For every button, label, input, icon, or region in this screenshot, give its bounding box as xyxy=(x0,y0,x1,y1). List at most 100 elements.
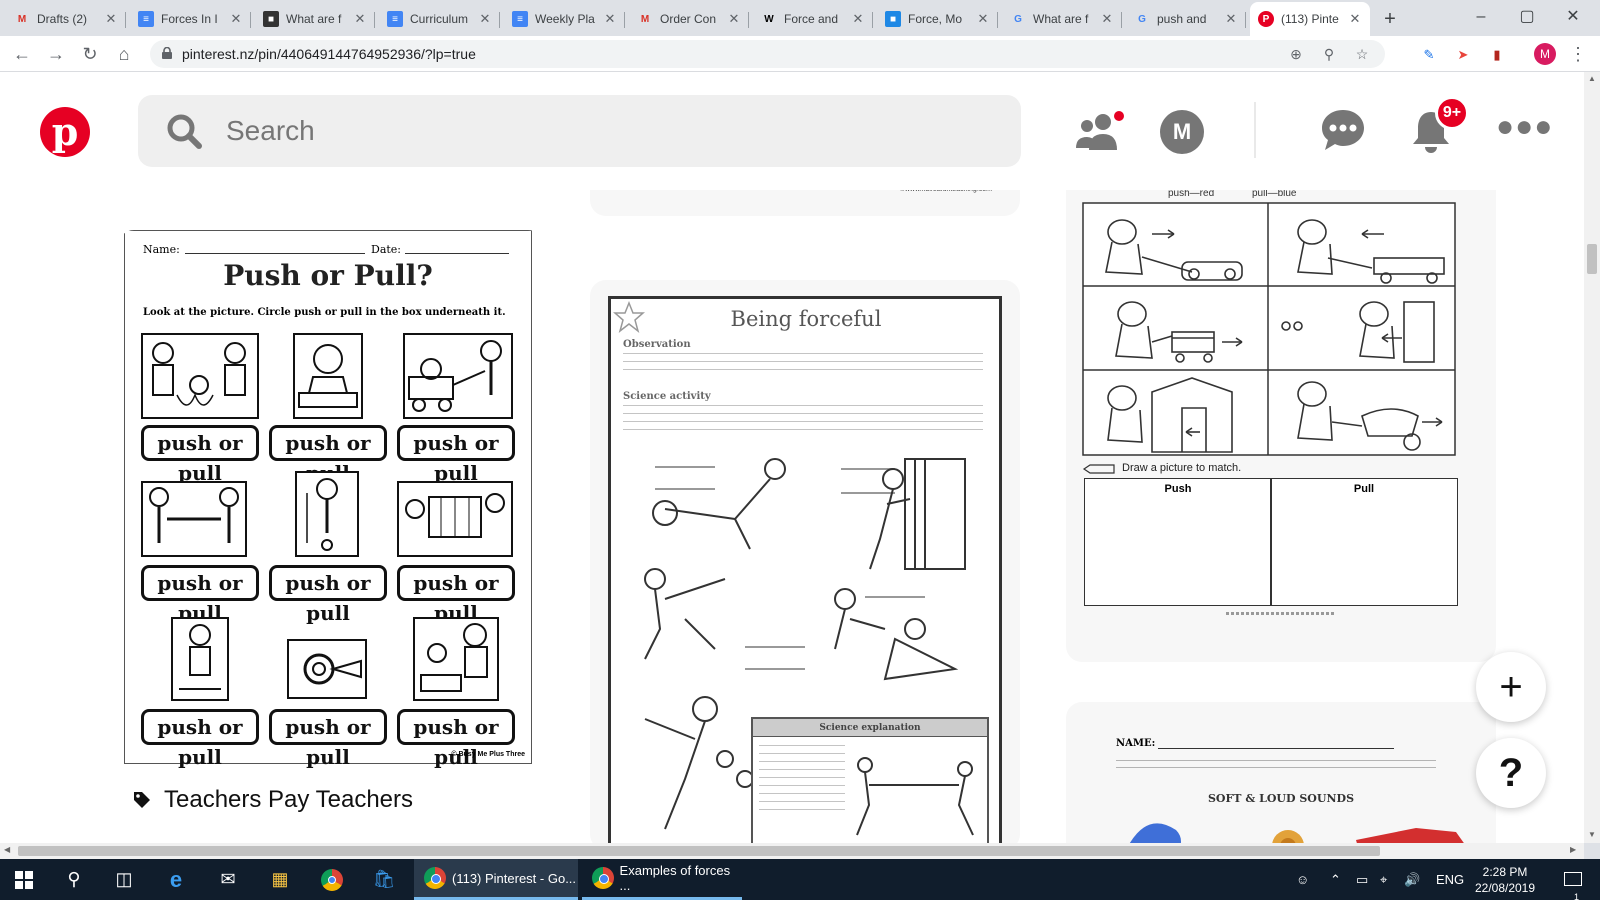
draw-table-push: Push xyxy=(1164,483,1192,495)
close-tab-icon[interactable]: ✕ xyxy=(727,11,741,27)
tab-5[interactable]: ≡ Weekly Pla ✕ xyxy=(504,4,625,34)
profile-avatar[interactable]: M xyxy=(1534,43,1556,65)
extension-cast-icon[interactable]: ➤ xyxy=(1454,46,1472,64)
home-icon[interactable]: ⌂ xyxy=(110,40,138,68)
pin-source-link[interactable]: Teachers Pay Teachers xyxy=(132,786,413,814)
pin-card-soft-loud[interactable]: NAME: SOFT & LOUD SOUNDS xyxy=(1066,702,1496,843)
picture-kids-ball xyxy=(141,333,259,419)
worksheet-instruction: Look at the picture. Circle push or pull… xyxy=(143,307,506,318)
task-view-icon[interactable]: ◫ xyxy=(100,859,148,900)
taskbar-app-1[interactable]: (113) Pinterest - Go... xyxy=(414,859,578,900)
chrome-taskbar-icon[interactable] xyxy=(308,859,356,900)
action-center-icon[interactable]: 1 xyxy=(1558,859,1588,900)
new-tab-button[interactable]: + xyxy=(1376,6,1404,34)
wifi-icon[interactable]: ⌖ xyxy=(1380,859,1387,900)
clock[interactable]: 2:28 PM 22/08/2019 xyxy=(1470,859,1540,900)
close-tab-icon[interactable]: ✕ xyxy=(851,11,865,27)
tab-4[interactable]: ≡ Curriculum ✕ xyxy=(379,4,500,34)
windows-start-icon[interactable] xyxy=(0,859,48,900)
browser-toolbar: ← → ↻ ⌂ pinterest.nz/pin/440649144764952… xyxy=(0,36,1600,72)
add-icon[interactable]: ⊕ xyxy=(1287,45,1305,63)
worksheet-image: Name: Date: Push or Pull? Look at the pi… xyxy=(124,230,532,769)
more-options-icon[interactable]: ●●● xyxy=(1496,110,1553,144)
vertical-scrollbar[interactable]: ▲ ▼ xyxy=(1584,72,1600,843)
tab-10[interactable]: Gpush and ✕ xyxy=(1126,4,1246,34)
chrome-icon xyxy=(424,867,446,889)
scroll-up-arrow-icon[interactable]: ▲ xyxy=(1588,74,1596,83)
horizontal-scroll-thumb[interactable] xyxy=(18,846,1380,856)
search-icon xyxy=(167,114,202,149)
pin-card-being-forceful[interactable]: Being forceful Observation Science activ… xyxy=(590,280,1020,843)
maximize-button[interactable]: ▢ xyxy=(1504,2,1550,32)
pinterest-header: p Search M 9+ ●●● xyxy=(0,72,1584,190)
close-tab-icon[interactable]: ✕ xyxy=(1348,11,1362,27)
pin-card-push-pull-dog[interactable]: push—red pull—blue Draw a picture to mat… xyxy=(1066,150,1496,662)
back-button[interactable]: ← xyxy=(8,40,36,68)
tab-8[interactable]: ■ Force, Mo ✕ xyxy=(877,4,998,34)
clock-date: 22/08/2019 xyxy=(1474,881,1536,895)
chrome-menu-icon[interactable]: ⋮ xyxy=(1568,42,1588,66)
tab-7[interactable]: W Force and ✕ xyxy=(753,4,873,34)
tab-1[interactable]: M Drafts (2) ✕ xyxy=(6,4,126,34)
search-taskbar-icon[interactable]: ⚲ xyxy=(50,859,98,900)
people-icon[interactable] xyxy=(1075,110,1125,152)
tab-3[interactable]: ■ What are f ✕ xyxy=(255,4,375,34)
help-button[interactable]: ? xyxy=(1476,738,1546,808)
close-tab-icon[interactable]: ✕ xyxy=(1224,11,1238,27)
gmail-icon: M xyxy=(640,13,650,25)
tug-of-war-illustration xyxy=(856,757,974,836)
pin-card-push-or-pull[interactable]: Name: Date: Push or Pull? Look at the pi… xyxy=(118,230,544,830)
mail-icon[interactable]: ✉ xyxy=(204,859,252,900)
add-pin-button[interactable]: + xyxy=(1476,652,1546,722)
bookmark-star-icon[interactable]: ☆ xyxy=(1353,45,1371,63)
pdf-extension-icon[interactable]: ▮ xyxy=(1488,46,1506,64)
people-tray-icon[interactable]: ☺ xyxy=(1296,859,1309,900)
horizontal-scrollbar[interactable]: ◀ ▶ xyxy=(0,843,1584,859)
activity-text-lines xyxy=(623,405,983,435)
zoom-icon[interactable]: ⚲ xyxy=(1320,45,1338,63)
close-tab-icon[interactable]: ✕ xyxy=(353,11,367,27)
science-explanation-title: Science explanation xyxy=(753,719,987,737)
close-tab-icon[interactable]: ✕ xyxy=(1100,11,1114,27)
battery-icon[interactable]: ▭ xyxy=(1356,859,1368,900)
wikipedia-icon: W xyxy=(764,13,774,25)
taskbar-app-2[interactable]: Examples of forces ... xyxy=(582,859,742,900)
profile-avatar-pinterest[interactable]: M xyxy=(1160,110,1204,154)
pinterest-logo[interactable]: p xyxy=(40,107,90,157)
url-text: pinterest.nz/pin/440649144764952936/?lp=… xyxy=(182,46,476,62)
close-window-button[interactable]: ✕ xyxy=(1550,2,1596,32)
close-tab-icon[interactable]: ✕ xyxy=(478,11,492,27)
pin-feed: Name: Date: Push or Pull? Look at the pi… xyxy=(0,150,1584,843)
close-tab-icon[interactable]: ✕ xyxy=(229,11,243,27)
scroll-right-arrow-icon[interactable]: ▶ xyxy=(1570,845,1576,854)
minimize-button[interactable]: – xyxy=(1458,2,1504,32)
scroll-down-arrow-icon[interactable]: ▼ xyxy=(1588,830,1596,839)
tab-9[interactable]: G What are f ✕ xyxy=(1002,4,1122,34)
edge-icon[interactable]: e xyxy=(152,859,200,900)
close-tab-icon[interactable]: ✕ xyxy=(976,11,990,27)
pencil-icon xyxy=(1082,464,1115,474)
forward-button[interactable]: → xyxy=(42,40,70,68)
tab-2[interactable]: ≡ Forces In I ✕ xyxy=(130,4,251,34)
volume-icon[interactable]: 🔊 xyxy=(1404,859,1420,900)
close-tab-icon[interactable]: ✕ xyxy=(104,11,118,27)
tab-6[interactable]: M Order Con ✕ xyxy=(629,4,749,34)
store-icon[interactable]: 🛍 xyxy=(360,859,408,900)
address-bar[interactable]: pinterest.nz/pin/440649144764952936/?lp=… xyxy=(150,40,1385,68)
dog-push-pull-grid xyxy=(1082,202,1456,456)
language-indicator[interactable]: ENG xyxy=(1436,859,1464,900)
extension-icon[interactable]: ✎ xyxy=(1420,46,1438,64)
messages-icon[interactable] xyxy=(1320,108,1366,152)
name-line xyxy=(185,253,365,254)
vertical-scroll-thumb[interactable] xyxy=(1587,244,1597,274)
pinterest-icon: P xyxy=(1258,11,1274,27)
tab-11[interactable]: P (113) Pinte ✕ xyxy=(1250,2,1370,36)
show-hidden-icons[interactable]: ⌃ xyxy=(1330,859,1341,900)
file-explorer-icon[interactable]: ▦ xyxy=(256,859,304,900)
reload-button[interactable]: ↻ xyxy=(76,40,104,68)
search-bar[interactable]: Search xyxy=(138,95,1021,167)
picture-tape xyxy=(287,639,367,699)
scroll-left-arrow-icon[interactable]: ◀ xyxy=(4,845,10,854)
close-tab-icon[interactable]: ✕ xyxy=(603,11,617,27)
soft-loud-name-line xyxy=(1158,748,1394,749)
